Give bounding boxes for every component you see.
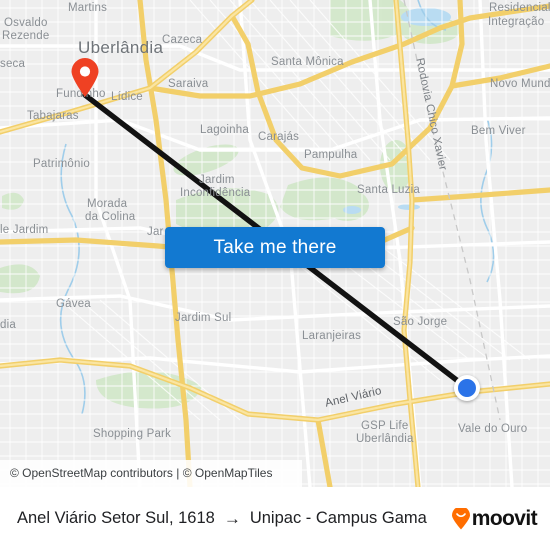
map-canvas[interactable]: Uberlândia Martins Osvaldo Rezende Cazec… [0,0,550,487]
map-attribution[interactable]: © OpenStreetMap contributors | © OpenMap… [10,466,272,480]
take-me-there-button[interactable]: Take me there [165,227,385,268]
footer-bar: Anel Viário Setor Sul, 1618 → Unipac - C… [0,487,550,550]
moovit-logo[interactable]: moovit [451,506,538,531]
moovit-pin-icon [451,507,470,529]
map-pin-icon [71,58,99,97]
origin-marker[interactable] [70,58,100,98]
location-dot-icon [458,379,476,397]
destination-name: Unipac - Campus Gama [249,509,427,527]
destination-marker[interactable] [454,375,480,401]
origin-name: Anel Viário Setor Sul, 1618 [17,509,215,527]
moovit-route-card: Uberlândia Martins Osvaldo Rezende Cazec… [0,0,550,550]
arrow-right-icon: → [223,509,241,528]
moovit-wordmark: moovit [471,506,538,530]
route-summary: Anel Viário Setor Sul, 1618 → Unipac - C… [17,509,427,528]
